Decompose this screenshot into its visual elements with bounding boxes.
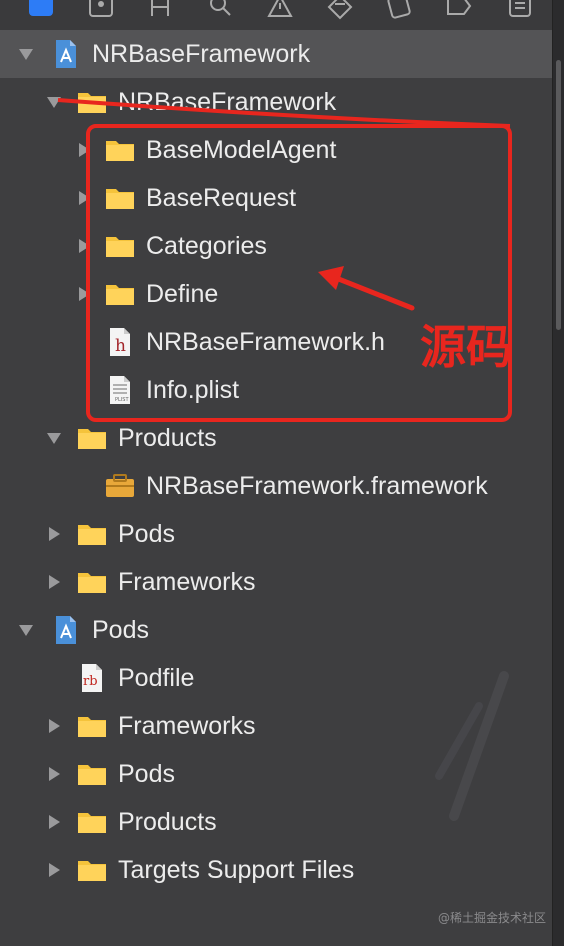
find-icon[interactable] — [207, 0, 233, 20]
tree-row-label: Frameworks — [118, 568, 256, 596]
folder-icon — [76, 519, 108, 549]
folder-icon — [76, 423, 108, 453]
disclosure-expanded-icon[interactable] — [18, 45, 34, 63]
disclosure-collapsed-icon[interactable] — [46, 573, 62, 591]
tree-row[interactable]: Pods — [0, 510, 552, 558]
framework-icon — [104, 471, 136, 501]
folder-icon — [76, 855, 108, 885]
tree-row-label: NRBaseFramework.framework — [146, 472, 488, 500]
tree-row[interactable]: NRBaseFramework — [0, 78, 552, 126]
test-diamond-icon[interactable] — [327, 0, 353, 20]
project-icon — [50, 39, 82, 69]
tree-row-label: Podfile — [118, 664, 195, 692]
tree-row-label: Targets Support Files — [118, 856, 355, 884]
annotation-label: 源码 — [420, 320, 512, 374]
tree-row-label: Pods — [118, 520, 175, 548]
project-navigator-icon[interactable] — [28, 0, 54, 20]
folder-icon — [76, 759, 108, 789]
disclosure-expanded-icon[interactable] — [46, 93, 62, 111]
disclosure-collapsed-icon[interactable] — [46, 813, 62, 831]
disclosure-collapsed-icon[interactable] — [46, 717, 62, 735]
tree-row-label: Pods — [118, 760, 175, 788]
folder-icon — [76, 711, 108, 741]
annotation-box — [86, 124, 512, 422]
project-icon — [50, 615, 82, 645]
svg-text:rb: rb — [83, 674, 98, 689]
breakpoint-icon[interactable] — [446, 0, 472, 20]
navigator-toolbar — [0, 0, 552, 31]
folder-icon — [76, 87, 108, 117]
debug-icon[interactable] — [387, 0, 413, 20]
tree-row[interactable]: NRBaseFramework — [0, 30, 552, 78]
watermark-logo — [435, 671, 509, 821]
watermark-text: @稀土掘金技术社区 — [437, 911, 546, 925]
folder-icon — [76, 807, 108, 837]
source-control-icon[interactable] — [88, 0, 114, 20]
ruby-file-icon: rb — [76, 663, 108, 693]
scrollbar-thumb[interactable] — [556, 60, 561, 330]
tree-row-label: NRBaseFramework — [118, 88, 337, 116]
disclosure-collapsed-icon[interactable] — [46, 861, 62, 879]
disclosure-expanded-icon[interactable] — [18, 621, 34, 639]
tree-row-label: NRBaseFramework — [92, 40, 311, 68]
report-icon[interactable] — [507, 0, 533, 20]
disclosure-expanded-icon[interactable] — [46, 429, 62, 447]
tree-row-label: Products — [118, 808, 217, 836]
tree-row[interactable]: Frameworks — [0, 558, 552, 606]
disclosure-collapsed-icon[interactable] — [46, 765, 62, 783]
symbol-navigator-icon[interactable] — [147, 0, 173, 20]
issue-warning-icon[interactable] — [267, 0, 293, 20]
tree-row[interactable]: NRBaseFramework.framework — [0, 462, 552, 510]
tree-row-label: Pods — [92, 616, 149, 644]
folder-icon — [76, 567, 108, 597]
disclosure-collapsed-icon[interactable] — [46, 525, 62, 543]
tree-row-label: Products — [118, 424, 217, 452]
tree-row[interactable]: Targets Support Files — [0, 846, 552, 894]
tree-row[interactable]: Pods — [0, 606, 552, 654]
tree-row-label: Frameworks — [118, 712, 256, 740]
